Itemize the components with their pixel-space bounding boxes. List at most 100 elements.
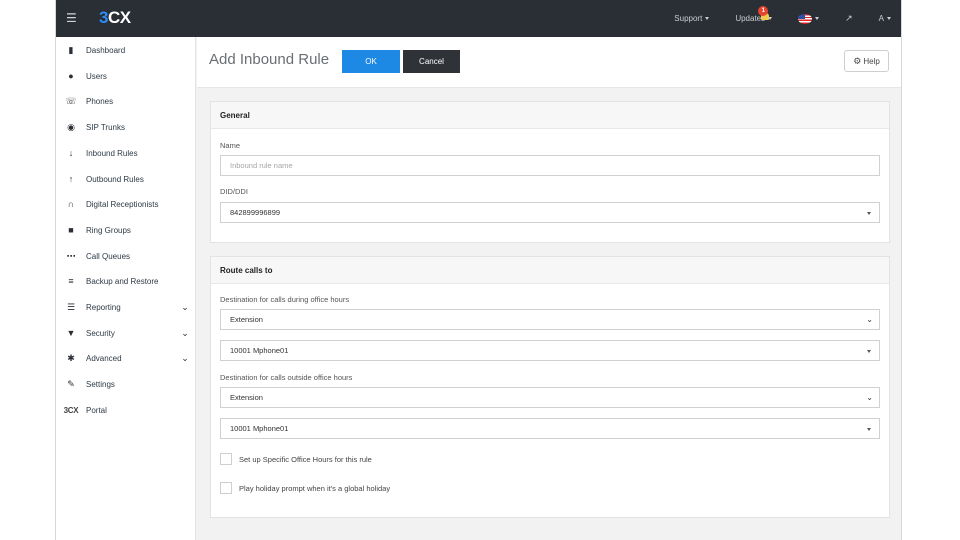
arrow-down-icon: ↓ [68,148,74,158]
outside-hours-target-select[interactable]: 10001 Mphone01 [220,418,880,439]
sidebar-item-outbound-rules[interactable]: ↑ Outbound Rules [56,168,196,190]
general-panel-title: General [211,102,889,129]
hamburger-menu-icon[interactable]: ☰ [66,11,77,25]
chevron-down-icon[interactable]: ⌄ [174,328,196,339]
sidebar-item-settings[interactable]: ✎ Settings [56,373,196,395]
office-hours-target-select[interactable]: 10001 Mphone01 [220,340,880,361]
office-hours-checkbox-label: Set up Specific Office Hours for this ru… [239,454,372,464]
bar-chart-icon: ▮ [68,44,74,55]
outside-hours-label: Destination for calls outside office hou… [220,373,353,382]
sidebar-item-dashboard[interactable]: ▮ Dashboard [56,39,196,61]
help-label: Help [863,56,880,66]
general-panel: General Name Inbound rule name DID/DDI 8… [210,101,890,243]
gear-icon: ✱ [67,352,75,363]
did-value: 842899996899 [230,208,281,217]
3cx-logo[interactable]: 3CX [99,8,131,28]
did-select[interactable]: 842899996899 [220,202,880,223]
shield-icon: ▼ [66,328,76,338]
caret-down-icon [887,17,891,20]
route-panel-title: Route calls to [211,257,889,284]
help-button[interactable]: ⚙ Help [844,50,889,72]
help-icon: ⚙ [853,55,862,66]
office-hours-label: Destination for calls during office hour… [220,295,350,304]
sidebar-item-label: Backup and Restore [86,276,159,286]
sidebar-item-inbound-rules[interactable]: ↓ Inbound Rules [56,142,196,164]
caret-down-icon [867,428,871,431]
sidebar-item-digital-receptionists[interactable]: ∩ Digital Receptionists [56,193,196,215]
phone-icon: ☏ [65,95,77,106]
chevron-down-icon: ⌄ [866,315,873,324]
sidebar-item-label: Settings [86,379,115,389]
sidebar-item-label: Ring Groups [86,225,131,235]
sidebar-item-call-queues[interactable]: ⋯ Call Queues [56,245,196,267]
sidebar-item-label: SIP Trunks [86,122,125,132]
holiday-checkbox-row[interactable]: Play holiday prompt when it's a global h… [220,482,390,494]
rule-name-input[interactable]: Inbound rule name [220,155,880,176]
sidebar: ▮ Dashboard ● Users ☏ Phones ◉ SIP Trunk… [56,37,196,540]
page-title: Add Inbound Rule [209,51,330,68]
expand-icon: ↗ [845,13,853,23]
outside-hours-type-select[interactable]: Extension ⌄ [220,387,880,408]
holiday-checkbox-label: Play holiday prompt when it's a global h… [239,483,391,493]
group-icon: ■ [68,225,74,235]
user-label: A [878,14,884,23]
ok-button[interactable]: OK [342,50,400,73]
arrow-up-icon: ↑ [68,174,74,184]
sidebar-item-backup-and-restore[interactable]: ≡ Backup and Restore [56,270,196,292]
sidebar-item-label: Digital Receptionists [86,199,159,209]
3cx-logo-icon: 3CX [63,405,79,415]
office-hours-checkbox-row[interactable]: Set up Specific Office Hours for this ru… [220,453,372,465]
sidebar-item-label: Reporting [86,302,121,312]
cancel-button[interactable]: Cancel [403,50,460,73]
outside-hours-target-value: 10001 Mphone01 [230,424,289,433]
list-icon: ☰ [66,301,76,312]
queue-icon: ⋯ [66,250,76,261]
sidebar-item-phones[interactable]: ☏ Phones [56,90,196,112]
sidebar-item-label: Portal [86,405,107,415]
sidebar-item-label: Dashboard [86,45,126,55]
did-label: DID/DDI [220,187,248,196]
chevron-down-icon[interactable]: ⌄ [174,353,196,364]
sidebar-item-portal[interactable]: 3CX Portal [56,399,196,421]
sidebar-item-users[interactable]: ● Users [56,65,196,87]
sidebar-item-label: Call Queues [86,251,131,261]
top-bar: ☰ 3CX Support Updates 1 ↗ A [56,0,901,37]
sidebar-item-reporting[interactable]: ☰ Reporting ⌄ [56,296,196,318]
sidebar-item-label: Security [86,328,115,338]
office-hours-type-select[interactable]: Extension ⌄ [220,309,880,330]
sidebar-item-ring-groups[interactable]: ■ Ring Groups [56,219,196,241]
chevron-down-icon[interactable]: ⌄ [174,302,196,313]
name-label: Name [220,141,241,150]
wrench-icon: ✎ [67,378,75,389]
user-menu[interactable]: A [879,14,891,23]
us-flag-icon [798,13,813,24]
outside-hours-type-value: Extension [230,393,263,402]
app-window: ☰ 3CX Support Updates 1 ↗ A ▮ Dashboard … [55,0,902,540]
updates-menu[interactable]: Updates 1 [735,6,773,23]
support-label: Support [674,14,703,23]
sidebar-item-label: Advanced [86,353,122,363]
caret-down-icon [705,17,710,20]
caret-down-icon [815,17,820,20]
holiday-checkbox[interactable] [220,482,232,494]
headset-icon: ∩ [67,199,75,209]
sidebar-item-label: Phones [86,96,114,106]
page-header: Add Inbound Rule OK Cancel ⚙ Help [197,37,901,88]
database-icon: ≡ [68,276,74,286]
sidebar-item-advanced[interactable]: ✱ Advanced ⌄ [56,347,196,369]
sidebar-item-label: Outbound Rules [86,174,144,184]
globe-icon: ◉ [67,121,75,132]
office-hours-checkbox[interactable] [220,453,232,465]
caret-down-icon [867,212,871,215]
sidebar-item-label: Inbound Rules [86,148,138,158]
sidebar-item-security[interactable]: ▼ Security ⌄ [56,322,196,344]
language-menu[interactable] [798,13,820,24]
fullscreen-toggle[interactable]: ↗ [845,13,853,24]
support-menu[interactable]: Support [674,14,710,23]
office-hours-type-value: Extension [230,315,263,324]
office-hours-target-value: 10001 Mphone01 [230,346,289,355]
main-content: Add Inbound Rule OK Cancel ⚙ Help Genera… [197,37,901,540]
chevron-down-icon: ⌄ [866,393,873,402]
sidebar-item-sip-trunks[interactable]: ◉ SIP Trunks [56,116,196,138]
user-icon: ● [68,71,74,81]
